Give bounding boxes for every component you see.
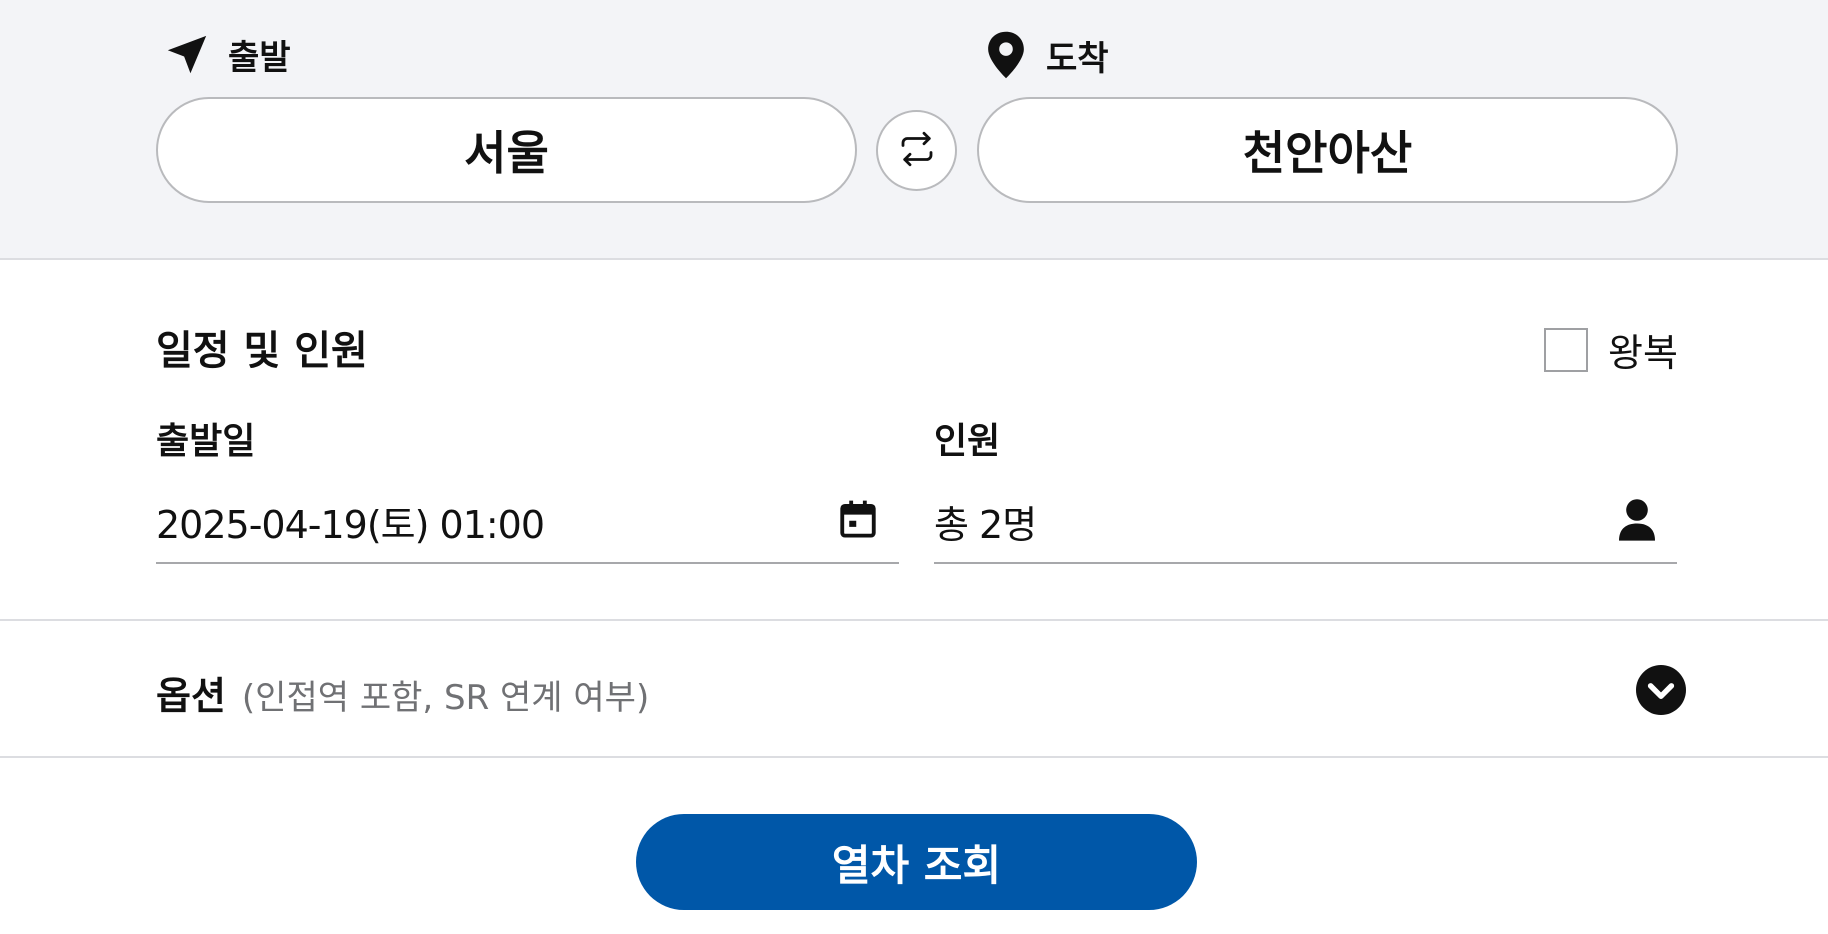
departure-date-value: 2025-04-19(토) 01:00 bbox=[156, 502, 545, 547]
passengers-field[interactable]: 총 2명 bbox=[934, 480, 1677, 564]
arrival-station-button[interactable]: 천안아산 bbox=[977, 97, 1678, 203]
roundtrip-checkbox[interactable]: 왕복 bbox=[1544, 322, 1678, 377]
schedule-title: 일정 및 인원 bbox=[156, 328, 368, 374]
route-section: 출발 도착 서울 천안아산 bbox=[0, 0, 1828, 260]
roundtrip-label: 왕복 bbox=[1608, 331, 1678, 375]
departure-label-text: 출발 bbox=[228, 38, 291, 78]
options-top-divider bbox=[0, 619, 1828, 621]
departure-date-field[interactable]: 2025-04-19(토) 01:00 bbox=[156, 480, 899, 564]
search-trains-button[interactable]: 열차 조회 bbox=[636, 814, 1197, 910]
options-title: 옵션 bbox=[156, 673, 226, 718]
options-subtitle: (인접역 포함, SR 연계 여부) bbox=[241, 677, 650, 718]
arrival-label: 도착 bbox=[984, 30, 1109, 80]
departure-station-name: 서울 bbox=[464, 126, 549, 180]
arrival-station-name: 천안아산 bbox=[1242, 126, 1413, 180]
arrival-label-text: 도착 bbox=[1046, 38, 1109, 79]
date-label: 출발일 bbox=[156, 421, 256, 462]
navigation-arrow-icon bbox=[164, 32, 210, 78]
swap-stations-button[interactable] bbox=[876, 110, 957, 191]
chevron-down-circle-icon[interactable] bbox=[1636, 665, 1686, 719]
swap-arrows-icon bbox=[896, 128, 938, 174]
roundtrip-checkbox-box[interactable] bbox=[1544, 327, 1588, 372]
search-trains-label: 열차 조회 bbox=[831, 840, 1002, 890]
calendar-icon[interactable] bbox=[837, 497, 879, 545]
departure-label: 출발 bbox=[164, 30, 291, 79]
passengers-label: 인원 bbox=[934, 421, 1001, 462]
location-pin-icon bbox=[984, 30, 1028, 80]
passengers-value: 총 2명 bbox=[934, 502, 1037, 547]
departure-station-button[interactable]: 서울 bbox=[156, 97, 857, 203]
options-heading: 옵션 (인접역 포함, SR 연계 여부) bbox=[156, 665, 649, 720]
person-icon[interactable] bbox=[1619, 497, 1655, 545]
options-bottom-divider bbox=[0, 756, 1828, 758]
options-toggle[interactable]: 옵션 (인접역 포함, SR 연계 여부) bbox=[156, 660, 1686, 724]
